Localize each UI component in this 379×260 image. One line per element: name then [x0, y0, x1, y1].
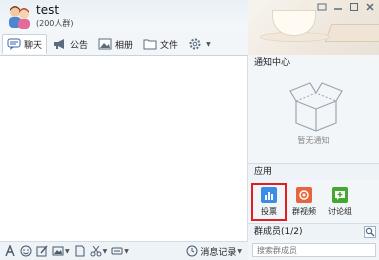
document-icon[interactable] [74, 245, 86, 257]
tab-chat-label: 聊天 [24, 40, 43, 51]
discussion-icon [332, 187, 348, 203]
announcement-icon [53, 38, 67, 50]
message-history-button[interactable]: 消息记录 ▼ [186, 245, 242, 258]
font-icon[interactable] [4, 245, 16, 257]
app-group-video[interactable]: 群视频 [286, 185, 322, 223]
tab-announcement-label: 公告 [70, 40, 89, 51]
apps-section: 应用 投票 群视频 讨论组 [248, 163, 379, 231]
members-section: 群成员(1/2) [248, 223, 379, 260]
right-panel: 通知中心 暂无通知 应用 投票 群视频 讨论组 群成员(1/2) 搜索群成员 [248, 55, 379, 260]
chat-icon [7, 38, 21, 50]
group-video-icon [296, 187, 312, 203]
clock-icon [186, 245, 198, 257]
maximize-icon[interactable] [349, 2, 359, 12]
app-discussion[interactable]: 讨论组 [322, 185, 358, 223]
window-header: test (200人群) [0, 0, 379, 55]
app-vote[interactable]: 投票 [251, 183, 287, 221]
skin-icon[interactable] [317, 2, 327, 12]
close-icon[interactable] [365, 2, 375, 12]
chevron-down-icon: ▼ [65, 247, 70, 255]
tab-album[interactable]: 相册 [94, 34, 137, 54]
tab-files[interactable]: 文件 [139, 34, 182, 54]
tab-announcement[interactable]: 公告 [49, 34, 92, 54]
group-member-count: (200人群) [36, 19, 74, 28]
more-tools-icon[interactable]: ▼ [111, 245, 129, 257]
chevron-down-icon: ▼ [124, 247, 129, 255]
members-title-label: 群成员(1/2) [254, 227, 303, 237]
app-group-video-label: 群视频 [292, 207, 316, 216]
empty-notification-text: 暂无通知 [297, 136, 330, 145]
gear-icon [188, 38, 202, 50]
chevron-down-icon: ▼ [237, 247, 242, 255]
vote-icon [261, 187, 277, 203]
input-toolbar: ▼ ▼ ▼ 消息记录 ▼ [0, 241, 248, 260]
member-search-input[interactable] [252, 243, 376, 257]
group-name[interactable]: test [36, 3, 59, 17]
edit-icon[interactable] [36, 245, 48, 257]
tab-album-label: 相册 [115, 40, 134, 51]
tab-bar: 聊天 公告 相册 文件 ▼ [0, 33, 248, 55]
empty-box-icon [286, 79, 346, 133]
app-discussion-label: 讨论组 [328, 207, 352, 216]
tab-files-label: 文件 [160, 40, 179, 51]
apps-title: 应用 [248, 164, 379, 180]
folder-icon [143, 38, 157, 50]
members-title: 群成员(1/2) [248, 224, 379, 240]
message-history-label: 消息记录 [200, 247, 237, 258]
emoji-icon[interactable] [20, 245, 32, 257]
tab-settings[interactable]: ▼ [184, 34, 215, 54]
minimize-icon[interactable] [333, 2, 343, 12]
image-icon[interactable]: ▼ [52, 245, 70, 257]
chevron-down-icon: ▼ [102, 247, 108, 255]
chat-message-area[interactable] [0, 55, 248, 241]
search-icon[interactable] [364, 226, 376, 238]
album-icon [98, 38, 112, 50]
screenshot-scissors-icon[interactable]: ▼ [90, 245, 108, 257]
notification-center: 通知中心 暂无通知 [248, 55, 379, 163]
app-vote-label: 投票 [261, 207, 277, 216]
notification-center-title: 通知中心 [254, 58, 291, 68]
chevron-down-icon: ▼ [206, 40, 211, 48]
tab-chat[interactable]: 聊天 [2, 34, 48, 54]
group-avatar[interactable] [6, 3, 32, 29]
window-controls [317, 2, 375, 12]
